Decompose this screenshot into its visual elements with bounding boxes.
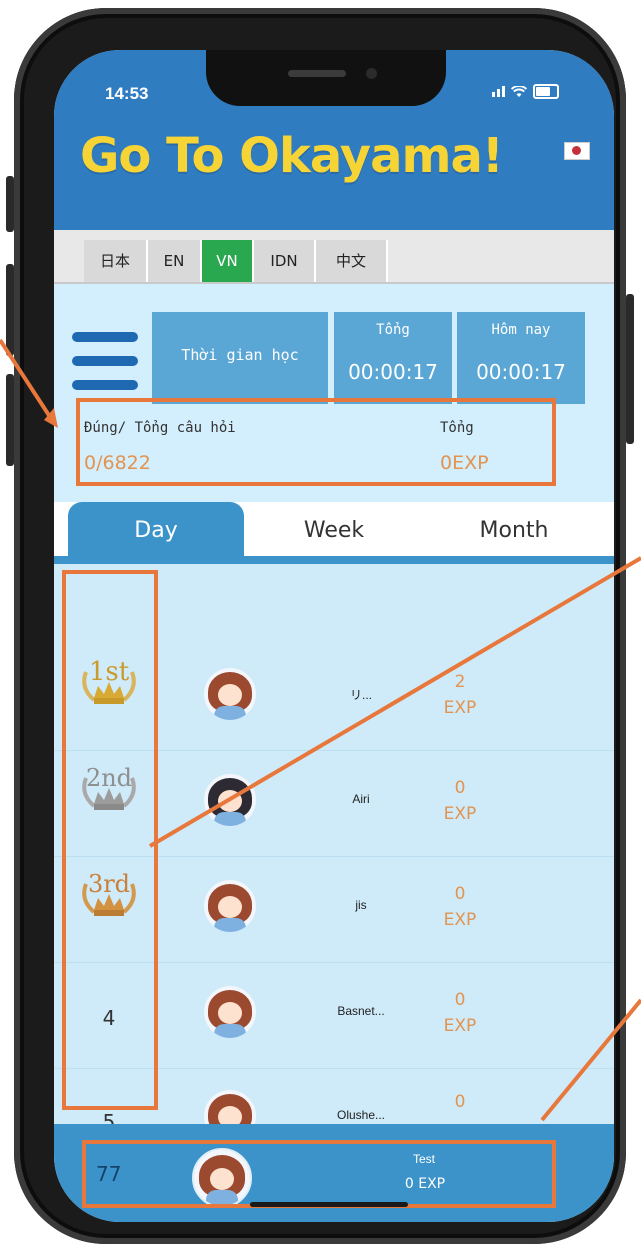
cellular-signal-icon xyxy=(492,86,505,97)
study-time-total-label: Tổng xyxy=(376,322,410,338)
current-user-highlight xyxy=(82,1140,556,1208)
status-icons xyxy=(492,84,559,99)
study-time-label-text: Thời gian học xyxy=(181,346,299,364)
japan-flag-icon xyxy=(564,142,590,160)
lang-tab-english[interactable]: EN xyxy=(148,240,202,282)
user-name: jis xyxy=(355,898,367,912)
user-name: Olushe... xyxy=(336,1108,386,1122)
volume-down-button xyxy=(6,374,14,466)
status-time: 14:53 xyxy=(105,84,149,103)
language-bar: 日本 EN VN IDN 中文 xyxy=(54,230,614,284)
app-screen: 14:53 Go To Okayama! 日本 EN VN IDN 中文 Thờ… xyxy=(54,50,614,1222)
study-time-today-value: 00:00:17 xyxy=(476,360,566,384)
avatar xyxy=(204,986,256,1038)
user-name: Basnet... xyxy=(337,1004,385,1018)
user-exp: 2 xyxy=(454,672,466,692)
tab-month[interactable]: Month xyxy=(424,502,604,560)
user-exp: 0 xyxy=(454,990,466,1010)
rank-column-highlight xyxy=(62,570,158,1110)
mute-switch xyxy=(6,176,14,232)
user-name: Airi xyxy=(352,792,370,806)
home-indicator[interactable] xyxy=(250,1202,408,1207)
avatar xyxy=(204,668,256,720)
tab-week[interactable]: Week xyxy=(244,502,424,560)
user-name: リ... xyxy=(349,688,372,702)
avatar xyxy=(204,880,256,932)
study-time-total: Tổng 00:00:17 xyxy=(334,312,452,404)
user-exp-unit: EXP xyxy=(443,910,477,930)
study-time-label: Thời gian học xyxy=(152,312,328,404)
menu-hamburger-icon[interactable] xyxy=(72,332,138,404)
phone-frame: 14:53 Go To Okayama! 日本 EN VN IDN 中文 Thờ… xyxy=(6,8,634,1244)
app-title: Go To Okayama! xyxy=(80,128,504,184)
study-time-today: Hôm nay 00:00:17 xyxy=(457,312,585,404)
study-time-total-value: 00:00:17 xyxy=(348,360,438,384)
battery-icon xyxy=(533,84,559,99)
user-exp-unit: EXP xyxy=(443,804,477,824)
tab-day[interactable]: Day xyxy=(68,502,244,560)
user-exp-unit: EXP xyxy=(443,698,477,718)
user-exp: 0 xyxy=(454,884,466,904)
wifi-icon xyxy=(511,85,527,97)
user-exp-unit: EXP xyxy=(443,1016,477,1036)
user-exp: 0 xyxy=(454,778,466,798)
phone-notch xyxy=(206,50,446,106)
user-exp: 0 xyxy=(454,1092,466,1112)
tab-underline xyxy=(54,556,614,564)
lang-tab-chinese[interactable]: 中文 xyxy=(316,240,388,282)
study-time-today-label: Hôm nay xyxy=(491,322,551,338)
lang-tab-vietnamese[interactable]: VN xyxy=(202,240,254,282)
lang-tab-indonesian[interactable]: IDN xyxy=(254,240,316,282)
volume-up-button xyxy=(6,264,14,356)
answers-highlight xyxy=(76,398,556,486)
lang-tab-japanese[interactable]: 日本 xyxy=(84,240,148,282)
avatar xyxy=(204,774,256,826)
power-button xyxy=(626,294,634,444)
period-tabs: Day Week Month xyxy=(54,502,614,564)
